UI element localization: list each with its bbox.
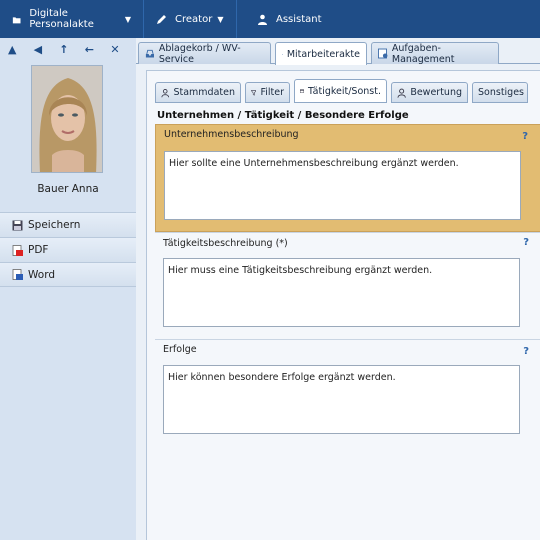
tab-label: Tätigkeit/Sonst.: [307, 85, 381, 97]
section-title: Unternehmen / Tätigkeit / Besondere Erfo…: [157, 110, 409, 121]
calendar-icon: [300, 89, 304, 93]
edit-icon: [157, 14, 166, 24]
portrait-image: [32, 66, 102, 172]
help-icon[interactable]: ?: [522, 131, 528, 142]
main-area: Ablagekorb / WV-Service Mitarbeiterakte …: [136, 38, 540, 540]
tab-label: Sonstiges: [478, 87, 525, 98]
tab-label: Stammdaten: [173, 87, 235, 98]
pdf-button[interactable]: PDF: [0, 237, 136, 262]
field-erfolge: Erfolge ? Hier können besondere Erfolge …: [155, 339, 540, 445]
employee-name: Bauer Anna: [37, 183, 99, 195]
close-icon[interactable]: ✕: [110, 43, 136, 56]
unternehmensbeschreibung-textarea[interactable]: Hier sollte eine Unternehmensbeschreibun…: [164, 151, 521, 220]
menu-assistant[interactable]: Assistant: [237, 0, 334, 38]
employee-photo: [31, 65, 103, 173]
field-label: Unternehmensbeschreibung: [164, 129, 299, 140]
outer-tab-bar: Ablagekorb / WV-Service Mitarbeiterakte …: [136, 38, 540, 65]
word-label: Word: [28, 268, 55, 281]
tab-bewertung[interactable]: Bewertung: [391, 82, 468, 103]
erfolge-textarea[interactable]: Hier können besondere Erfolge ergänzt we…: [163, 365, 520, 434]
pdf-label: PDF: [28, 244, 49, 256]
word-icon: [12, 269, 23, 280]
field-label: Tätigkeitsbeschreibung (*): [163, 238, 288, 249]
save-label: Speichern: [28, 219, 81, 231]
tab-label: Ablagekorb / WV-Service: [158, 42, 241, 65]
tab-aufgaben-management[interactable]: Aufgaben-Management: [371, 42, 499, 65]
field-taetigkeitsbeschreibung: Tätigkeitsbeschreibung (*) ? Hier muss e…: [155, 232, 540, 336]
up-icon[interactable]: ↑: [59, 43, 85, 56]
save-button[interactable]: Speichern: [0, 212, 136, 237]
tasks-icon: [378, 48, 388, 59]
previous-record-icon[interactable]: ◀: [34, 43, 60, 56]
back-icon[interactable]: ←: [85, 43, 111, 56]
filter-icon: [251, 89, 257, 96]
menu-digitale-personalakte[interactable]: Digitale Personalakte ▼: [0, 0, 143, 38]
inbox-icon: [145, 49, 154, 58]
field-unternehmensbeschreibung: Unternehmensbeschreibung ? Hier sollte e…: [155, 124, 540, 232]
help-icon[interactable]: ?: [523, 237, 529, 248]
tab-label: Bewertung: [410, 87, 462, 98]
folder-icon: [12, 16, 21, 23]
tab-mitarbeiterakte[interactable]: Mitarbeiterakte: [275, 42, 367, 65]
record-panel: Stammdaten Filter Tätigkeit/Sonst. Bewer…: [146, 70, 540, 540]
tab-taetigkeit[interactable]: Tätigkeit/Sonst.: [294, 79, 387, 103]
user-icon: [161, 88, 170, 97]
tab-label: Aufgaben-Management: [391, 42, 455, 65]
tab-stammdaten[interactable]: Stammdaten: [155, 82, 241, 103]
word-button[interactable]: Word: [0, 262, 136, 287]
tab-sonstiges[interactable]: Sonstiges: [472, 82, 528, 103]
menu-label: Assistant: [276, 13, 322, 25]
person-icon: [258, 14, 267, 25]
taetigkeitsbeschreibung-textarea[interactable]: Hier muss eine Tätigkeitsbeschreibung er…: [163, 258, 520, 327]
first-record-icon[interactable]: ▲: [8, 43, 34, 56]
tab-label: Filter: [260, 87, 284, 98]
chevron-down-icon: ▼: [217, 14, 224, 24]
help-icon[interactable]: ?: [523, 346, 529, 357]
file-icon: [282, 53, 283, 55]
pdf-icon: [12, 244, 23, 256]
record-navigation: ▲ ◀ ↑ ← ✕: [0, 38, 136, 60]
tab-filter[interactable]: Filter: [245, 82, 290, 103]
chevron-down-icon: ▼: [124, 14, 131, 24]
field-label: Erfolge: [163, 344, 197, 355]
tab-ablagekorb[interactable]: Ablagekorb / WV-Service: [138, 42, 271, 65]
top-menu-bar: Digitale Personalakte ▼ Creator ▼ Assist…: [0, 0, 540, 38]
tab-label: Mitarbeiterakte: [286, 48, 360, 60]
save-icon: [12, 220, 23, 230]
user-icon: [397, 88, 406, 98]
menu-creator[interactable]: Creator ▼: [144, 0, 236, 38]
sidebar: ▲ ◀ ↑ ← ✕ Bauer Anna Speichern PDF Word: [0, 38, 136, 540]
sidebar-actions: Speichern PDF Word: [0, 212, 136, 287]
menu-label: Digitale Personalakte: [29, 8, 94, 30]
menu-label: Creator: [175, 13, 213, 25]
